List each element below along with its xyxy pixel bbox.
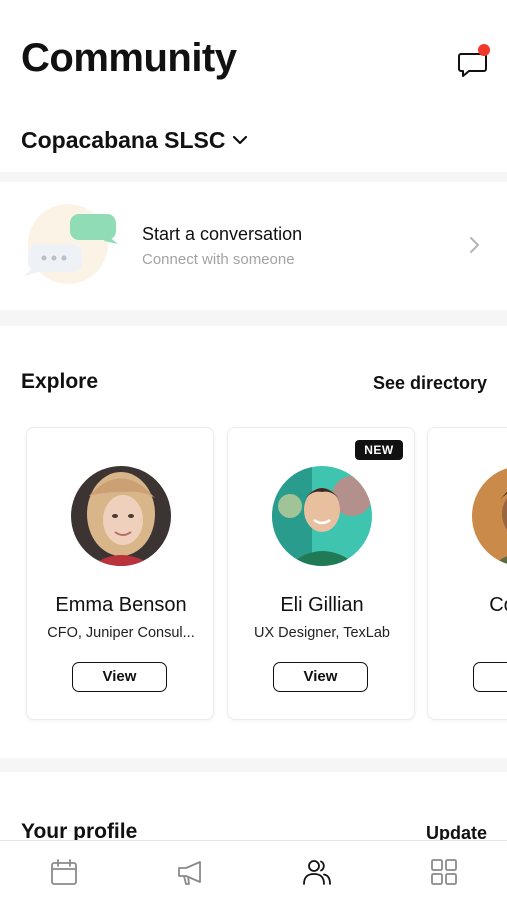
view-button[interactable]: View bbox=[273, 662, 368, 692]
avatar bbox=[71, 466, 171, 566]
people-icon bbox=[303, 860, 331, 885]
page-title: Community bbox=[21, 36, 237, 80]
member-role: UX Designer, TexLab bbox=[254, 625, 390, 641]
separator-band bbox=[0, 172, 507, 182]
notification-dot bbox=[478, 44, 490, 56]
conversation-subtitle: Connect with someone bbox=[142, 251, 295, 268]
explore-title: Explore bbox=[21, 370, 99, 393]
member-name: Eli Gillian bbox=[280, 594, 364, 616]
member-card[interactable]: NEW Eli Gillian UX Designer, TexLab View bbox=[227, 427, 415, 720]
org-selector[interactable]: Copacabana SLSC bbox=[21, 125, 248, 155]
chevron-right-icon bbox=[470, 237, 479, 253]
member-role: Te bbox=[428, 625, 507, 641]
calendar-icon bbox=[51, 859, 77, 885]
view-button[interactable]: View bbox=[72, 662, 167, 692]
view-button[interactable]: V bbox=[473, 662, 507, 692]
member-role: CFO, Juniper Consul... bbox=[47, 625, 195, 641]
separator-band bbox=[0, 758, 507, 772]
org-name: Copacabana SLSC bbox=[21, 126, 226, 153]
avatar bbox=[472, 466, 507, 566]
messages-button[interactable] bbox=[452, 44, 492, 80]
bottom-tab-bar bbox=[0, 840, 507, 900]
tab-announcements[interactable] bbox=[174, 855, 208, 889]
header: Community Copacabana SLSC bbox=[0, 0, 507, 172]
avatar bbox=[272, 466, 372, 566]
conversation-title: Start a conversation bbox=[142, 224, 303, 244]
conversation-illustration bbox=[24, 204, 118, 284]
new-badge: NEW bbox=[355, 440, 403, 460]
megaphone-icon bbox=[178, 861, 201, 885]
separator-band bbox=[0, 310, 507, 326]
grid-icon bbox=[431, 859, 457, 885]
member-name: Emma Benson bbox=[55, 594, 187, 616]
start-conversation-row[interactable]: Start a conversation Connect with someon… bbox=[0, 182, 507, 310]
see-directory-link[interactable]: See directory bbox=[373, 373, 487, 394]
member-name: Connor bbox=[489, 594, 507, 616]
tab-calendar[interactable] bbox=[47, 855, 81, 889]
member-card[interactable]: Emma Benson CFO, Juniper Consul... View bbox=[26, 427, 214, 720]
member-card[interactable]: Connor Te V bbox=[427, 427, 507, 720]
tab-community[interactable] bbox=[300, 855, 334, 889]
chevron-down-icon bbox=[232, 135, 247, 145]
explore-section: Explore See directory Emma Benson CFO, J… bbox=[0, 326, 507, 758]
tab-more[interactable] bbox=[427, 855, 461, 889]
